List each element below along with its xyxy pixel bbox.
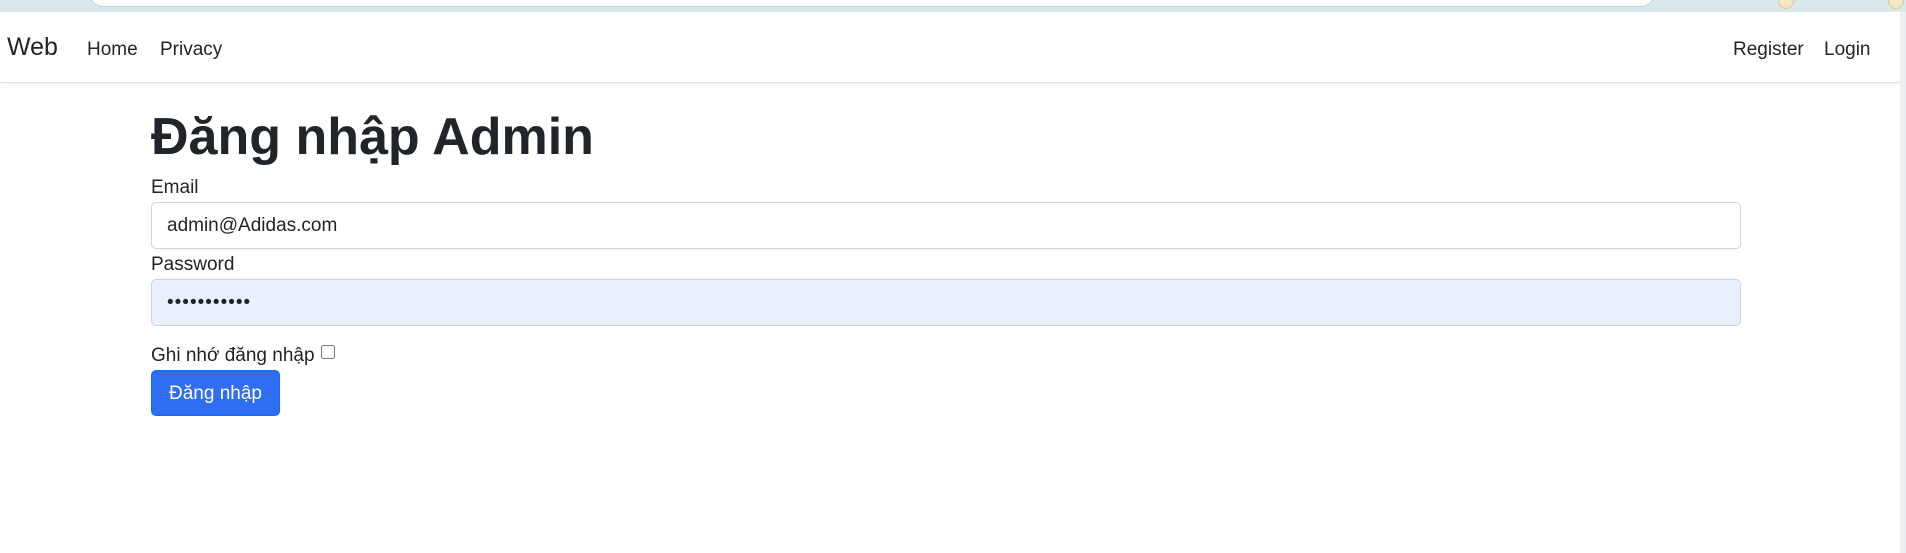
window-right-edge	[1900, 12, 1906, 553]
email-field[interactable]	[151, 202, 1741, 249]
page-title: Đăng nhập Admin	[151, 108, 594, 166]
password-field[interactable]	[151, 279, 1741, 326]
email-label: Email	[151, 177, 199, 198]
admin-login-form-container: Đăng nhập Admin Email Password Ghi nhớ đ…	[151, 108, 1741, 416]
browser-address-bar[interactable]	[88, 0, 1656, 7]
nav-link-home[interactable]: Home	[87, 40, 138, 59]
remember-login-row: Ghi nhớ đăng nhập	[151, 343, 335, 367]
site-brand-link[interactable]: Web	[7, 35, 58, 60]
remember-login-label: Ghi nhớ đăng nhập	[151, 344, 315, 366]
web-page-viewport: Web Home Privacy Register Login Đăng nhậ…	[0, 12, 1900, 553]
browser-extension-icon[interactable]	[1778, 0, 1794, 9]
password-label: Password	[151, 254, 235, 275]
browser-tab-strip	[0, 0, 1906, 12]
remember-login-checkbox[interactable]	[320, 345, 335, 359]
nav-link-privacy[interactable]: Privacy	[160, 40, 222, 59]
nav-link-register[interactable]: Register	[1733, 40, 1804, 59]
browser-profile-icon[interactable]	[1888, 0, 1904, 9]
login-submit-button[interactable]: Đăng nhập	[151, 370, 280, 416]
top-navigation-bar: Web Home Privacy Register Login	[0, 12, 1900, 83]
nav-link-login[interactable]: Login	[1824, 40, 1871, 59]
